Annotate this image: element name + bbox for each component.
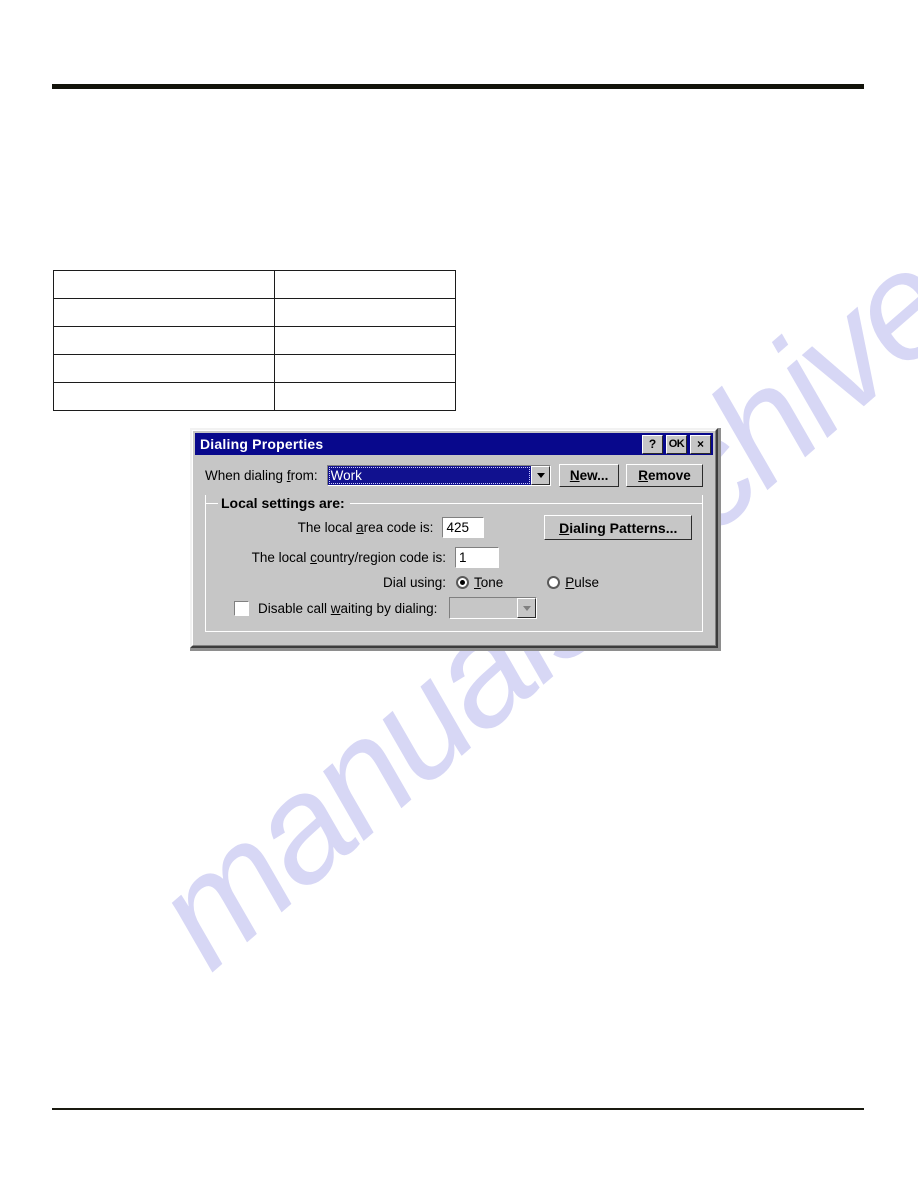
table-body [53, 270, 456, 411]
dial-using-row: Dial using: Tone Pulse [216, 575, 692, 590]
radio-tone[interactable]: Tone [456, 575, 503, 590]
dialog-title: Dialing Properties [200, 436, 324, 452]
call-waiting-row: Disable call waiting by dialing: [216, 597, 692, 619]
table-row [53, 298, 456, 327]
dial-from-value[interactable]: Work [327, 466, 532, 485]
local-settings-group: Local settings are: The local area code … [205, 495, 703, 632]
table-row [53, 382, 456, 411]
dialog-titlebar[interactable]: Dialing Properties ? OK × [195, 433, 713, 455]
table-row [53, 354, 456, 383]
call-waiting-combobox[interactable] [449, 597, 538, 619]
dial-from-combobox[interactable]: Work [326, 465, 552, 486]
radio-indicator-icon [456, 576, 469, 589]
table-cell [53, 298, 275, 327]
local-settings-legend: Local settings are: [218, 495, 350, 511]
country-code-input[interactable]: 1 [455, 547, 499, 568]
close-icon[interactable]: × [690, 434, 711, 454]
table-cell [274, 326, 456, 355]
dial-from-label: When dialing from: [205, 468, 318, 483]
dialing-patterns-button[interactable]: Dialing Patterns... [544, 515, 692, 540]
local-settings-content: The local area code is: 425 Dialing Patt… [216, 511, 692, 619]
table-cell [53, 354, 275, 383]
dial-using-radio-group: Tone Pulse [456, 575, 643, 590]
radio-indicator-icon [547, 576, 561, 589]
dial-from-row: When dialing from: Work New... Remove [205, 464, 704, 487]
radio-pulse[interactable]: Pulse [547, 575, 599, 590]
ok-button[interactable]: OK [666, 434, 687, 454]
radio-tone-label: Tone [474, 575, 504, 590]
area-code-input[interactable]: 425 [442, 517, 485, 538]
country-code-row: The local country/region code is: 1 [216, 547, 692, 568]
dialog-body: When dialing from: Work New... Remove Lo… [195, 455, 713, 643]
table-cell [53, 270, 275, 299]
chevron-down-icon[interactable] [517, 598, 537, 618]
document-table [53, 270, 456, 411]
country-code-label: The local country/region code is: [251, 550, 446, 565]
table-cell [274, 270, 456, 299]
area-code-label: The local area code is: [297, 520, 434, 535]
table-cell [274, 382, 456, 411]
new-button[interactable]: New... [559, 464, 620, 487]
table-cell [274, 298, 456, 327]
table-row [53, 326, 456, 355]
call-waiting-checkbox[interactable] [234, 600, 249, 616]
page-footer-rule [52, 1108, 864, 1110]
dialog-inner-frame: Dialing Properties ? OK × When dialing f… [192, 430, 716, 646]
chevron-down-icon[interactable] [531, 466, 551, 485]
help-button[interactable]: ? [642, 434, 663, 454]
table-cell [53, 382, 275, 411]
call-waiting-value[interactable] [450, 598, 518, 618]
remove-button[interactable]: Remove [626, 464, 704, 487]
table-cell [274, 354, 456, 383]
call-waiting-label: Disable call waiting by dialing: [258, 600, 438, 616]
table-cell [53, 326, 275, 355]
area-code-row: The local area code is: 425 Dialing Patt… [216, 515, 692, 540]
radio-pulse-label: Pulse [565, 575, 600, 590]
table-row [53, 270, 456, 299]
dial-using-label: Dial using: [382, 575, 446, 590]
page-header-rule [52, 84, 864, 89]
dialing-properties-dialog: Dialing Properties ? OK × When dialing f… [190, 428, 718, 648]
